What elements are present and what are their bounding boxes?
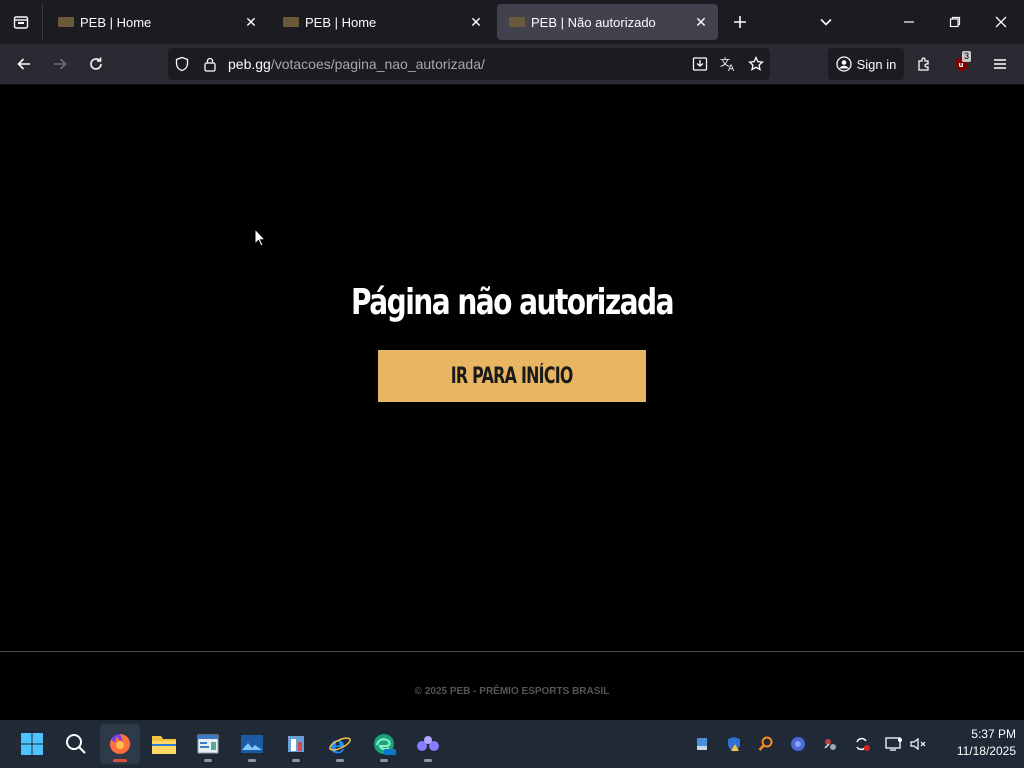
app-menu-button[interactable] [984, 48, 1016, 80]
tab-title: PEB | Não autorizado [531, 14, 656, 30]
minimize-icon [904, 21, 914, 23]
tab-close-icon[interactable]: ✕ [242, 13, 260, 31]
mouse-cursor-icon [254, 228, 266, 247]
close-window-button[interactable] [978, 0, 1024, 44]
list-all-tabs-button[interactable] [808, 4, 844, 40]
tab-separator [42, 4, 43, 40]
svg-text:A: A [728, 64, 735, 72]
install-app-icon[interactable] [686, 56, 714, 72]
taskbar-control-tool[interactable] [276, 724, 316, 764]
url-host: peb.gg [228, 56, 271, 72]
navigation-toolbar: peb.gg/votacoes/pagina_nao_autorizada/ 文… [0, 44, 1024, 85]
translate-icon[interactable]: 文A [714, 56, 742, 72]
peb-favicon-icon [58, 17, 74, 27]
taskbar-file-explorer[interactable] [144, 724, 184, 764]
taskbar-internet-explorer[interactable]: e [320, 724, 360, 764]
tab-nao-autorizado[interactable]: PEB | Não autorizado ✕ [497, 4, 718, 40]
footer-divider [0, 651, 1024, 652]
extension-badge-count: 3 [962, 51, 972, 62]
sign-in-button[interactable]: Sign in [828, 48, 904, 80]
firefox-icon [110, 734, 130, 754]
tab-peb-home-2[interactable]: PEB | Home ✕ [271, 4, 493, 40]
running-indicator [380, 759, 388, 762]
chevron-down-icon [820, 18, 832, 26]
page-content: Página não autorizada IR PARA INÍCIO © 2… [0, 86, 1024, 720]
ublock-extension-button[interactable]: u 3 [946, 48, 978, 80]
peb-favicon-icon [283, 17, 299, 27]
taskbar-edge-beta[interactable] [364, 724, 404, 764]
firefox-view-icon [13, 16, 29, 29]
hamburger-menu-icon [994, 59, 1006, 69]
tray-sync-icon[interactable] [852, 734, 872, 754]
internet-explorer-icon: e [329, 732, 351, 756]
running-indicator [424, 759, 432, 762]
new-tab-button[interactable] [722, 4, 758, 40]
reload-button[interactable] [80, 48, 112, 80]
tray-search-app-icon[interactable] [756, 734, 776, 754]
arrow-right-icon [54, 58, 67, 70]
svg-text:u: u [959, 61, 964, 69]
go-home-button[interactable]: IR PARA INÍCIO [378, 350, 646, 402]
edge-beta-icon [374, 734, 396, 755]
tab-close-icon[interactable]: ✕ [467, 13, 485, 31]
game-app-icon [417, 736, 439, 751]
firefox-view-button[interactable] [0, 0, 42, 44]
arrow-left-icon [17, 58, 30, 70]
bookmark-star-icon[interactable] [742, 56, 770, 72]
tray-security-warning-icon[interactable] [724, 734, 744, 754]
url-bar[interactable]: peb.gg/votacoes/pagina_nao_autorizada/ 文… [168, 48, 770, 80]
restore-icon [949, 16, 961, 28]
back-button[interactable] [8, 48, 40, 80]
close-icon [995, 16, 1007, 28]
tab-peb-home-1[interactable]: PEB | Home ✕ [46, 4, 268, 40]
tray-drive-icon[interactable] [692, 734, 712, 754]
url-path: /votacoes/pagina_nao_autorizada/ [270, 56, 485, 72]
forward-button[interactable] [44, 48, 76, 80]
running-indicator [336, 759, 344, 762]
running-indicator [292, 759, 300, 762]
sign-in-label: Sign in [856, 56, 897, 72]
tray-network-tool-icon[interactable] [820, 734, 840, 754]
running-indicator [113, 759, 127, 762]
page-title: Página não autorizada [351, 282, 674, 323]
taskbar-clock[interactable]: 5:37 PM 11/18/2025 [936, 726, 1016, 760]
search-button[interactable] [56, 724, 96, 764]
account-icon [835, 56, 852, 72]
url-text[interactable]: peb.gg/votacoes/pagina_nao_autorizada/ [224, 56, 686, 72]
running-indicator [248, 759, 256, 762]
tab-title: PEB | Home [80, 14, 152, 30]
clock-time: 5:37 PM [971, 727, 1016, 741]
puzzle-icon [918, 57, 929, 71]
tab-title: PEB | Home [305, 14, 377, 30]
image-app-icon [241, 735, 263, 753]
windows-taskbar: e [0, 720, 1024, 768]
lock-icon[interactable] [196, 56, 224, 72]
plus-icon [734, 16, 746, 28]
running-indicator [204, 759, 212, 762]
taskbar-image-viewer[interactable] [232, 724, 272, 764]
tab-close-icon[interactable]: ✕ [692, 13, 710, 31]
go-home-label: IR PARA INÍCIO [451, 363, 574, 389]
minimize-button[interactable] [886, 0, 932, 44]
restore-button[interactable] [932, 0, 978, 44]
tray-display-icon[interactable] [884, 734, 904, 754]
tray-globe-icon[interactable] [788, 734, 808, 754]
start-button[interactable] [12, 724, 52, 764]
tracking-protection-icon[interactable] [168, 56, 196, 72]
peb-favicon-icon [509, 17, 525, 27]
windows-logo-icon [21, 733, 43, 755]
extensions-button[interactable] [908, 48, 940, 80]
tools-icon [288, 736, 304, 752]
tab-strip: PEB | Home ✕ PEB | Home ✕ PEB | Não auto… [0, 0, 1024, 44]
folder-icon [152, 736, 176, 754]
reload-icon [90, 57, 102, 70]
taskbar-app-purple[interactable] [408, 724, 448, 764]
tray-volume-muted-icon[interactable] [908, 734, 928, 754]
clock-date: 11/18/2025 [956, 744, 1016, 758]
app-window-icon [197, 734, 219, 754]
taskbar-app-window[interactable] [188, 724, 228, 764]
search-icon [66, 734, 86, 754]
taskbar-firefox[interactable] [100, 724, 140, 764]
footer-copyright: © 2025 PEB - PRÊMIO ESPORTS BRASIL [414, 686, 610, 697]
